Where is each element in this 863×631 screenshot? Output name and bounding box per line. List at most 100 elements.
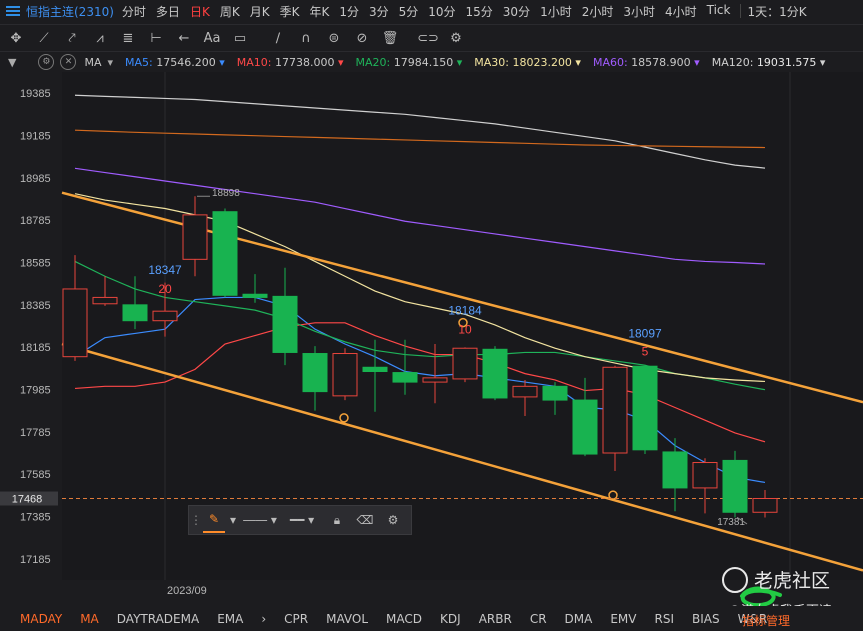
candle-body xyxy=(62,288,88,358)
candle[interactable] xyxy=(452,347,478,383)
candle[interactable] xyxy=(482,346,508,401)
settings-icon[interactable]: ⚙ xyxy=(381,508,405,532)
gear-icon[interactable]: ⚙ xyxy=(38,54,55,70)
indicator-tab[interactable]: CR xyxy=(530,612,547,626)
candle-body xyxy=(632,365,658,451)
lock-drawing-icon[interactable]: ⊜ xyxy=(322,27,346,49)
ma-legend-item[interactable]: MA5: 17546.200 ▾ xyxy=(125,56,225,69)
indicator-manage-link[interactable]: 指标管理 xyxy=(742,612,790,629)
period-tab[interactable]: 1小时 xyxy=(540,3,572,20)
divider xyxy=(740,4,742,18)
period-tab[interactable]: 多日 xyxy=(156,3,180,20)
candle[interactable] xyxy=(632,365,658,455)
dropdown-icon[interactable]: ▾ xyxy=(334,56,344,69)
text-tool-icon[interactable]: Aa xyxy=(200,27,224,49)
dropdown-icon[interactable]: ▾ xyxy=(572,56,581,69)
candle-body xyxy=(662,451,688,489)
lock-icon[interactable]: 🔒︎ xyxy=(325,508,349,532)
menu-icon[interactable] xyxy=(6,6,20,16)
indicator-tab[interactable]: RSI xyxy=(655,612,675,626)
period-tab[interactable]: 3分 xyxy=(369,3,389,20)
top-bar: 恒指主连(2310) 分时 多日 日K 周K 月K 季K 年K 1分 3分 5分 10分 15分 30分… xyxy=(0,0,863,22)
ray-tool-icon[interactable]: ⤤ xyxy=(60,27,84,49)
line-style-select[interactable]: ―― ▾ xyxy=(241,508,279,532)
line-width-select[interactable]: ━━ ▾ xyxy=(283,508,321,532)
delete-icon[interactable]: ⌫ xyxy=(353,508,377,532)
period-tab[interactable]: 30分 xyxy=(503,3,530,20)
trash-icon[interactable]: 🗑 xyxy=(378,27,402,49)
candlestick-chart[interactable]: 19385 19185 18985 18785 18585 18385 18185 17985… xyxy=(0,72,863,606)
ma-legend-item[interactable]: MA120: 19031.575 ▾ xyxy=(712,56,826,69)
indicator-tab[interactable]: › xyxy=(261,612,266,626)
period-tab[interactable]: 5分 xyxy=(399,3,419,20)
symbol-title[interactable]: 恒指主连(2310) xyxy=(26,3,114,20)
indicator-tab[interactable]: CPR xyxy=(284,612,308,626)
arrow-tool-icon[interactable]: ← xyxy=(172,27,196,49)
price-annotation: 17381 xyxy=(717,517,745,528)
period-tab[interactable]: 日K xyxy=(190,3,210,20)
color-dropdown-icon[interactable]: ▾ xyxy=(229,508,237,532)
ma-legend-item[interactable]: MA30: 18023.200 ▾ xyxy=(474,56,581,69)
indicator-tab[interactable]: EMA xyxy=(217,612,243,626)
indicator-tab[interactable]: KDJ xyxy=(440,612,461,626)
period-tab[interactable]: 分时 xyxy=(122,3,146,20)
dropdown-icon[interactable]: ▾ xyxy=(691,56,700,69)
dropdown-icon[interactable]: ▾ xyxy=(216,56,225,69)
period-tab[interactable]: 年K xyxy=(309,3,329,20)
y-tick-label: 18385 xyxy=(20,300,51,312)
ma-legend-item[interactable]: MA20: 17984.150 ▾ xyxy=(356,56,463,69)
period-tab[interactable]: 3小时 xyxy=(623,3,655,20)
ma-label: MA5: xyxy=(125,55,153,69)
magnet-icon[interactable]: ∩ xyxy=(294,27,318,49)
price-annotation: 20 xyxy=(158,282,172,296)
indicator-tab[interactable]: MADAY xyxy=(20,612,62,626)
ma-legend-item[interactable]: MA60: 18578.900 ▾ xyxy=(593,56,700,69)
comment-tool-icon[interactable]: ▭ xyxy=(228,27,252,49)
drag-handle-icon[interactable]: ⋮ xyxy=(190,508,202,532)
trendline-tool-icon[interactable]: ⟋ xyxy=(32,27,56,49)
candle-body xyxy=(182,214,208,260)
dropdown-icon[interactable]: ▾ xyxy=(453,56,463,69)
period-tab[interactable]: 周K xyxy=(220,3,240,20)
candle[interactable] xyxy=(722,450,748,518)
close-icon[interactable]: ✕ xyxy=(60,54,77,70)
hide-drawing-icon[interactable]: ⊘ xyxy=(350,27,374,49)
ma-legend-item[interactable]: MA10: 17738.000 ▾ xyxy=(237,56,344,69)
range-select[interactable]: 1天：1分K xyxy=(747,3,806,20)
candle[interactable] xyxy=(212,208,238,298)
dropdown-icon[interactable]: ▾ xyxy=(816,56,826,69)
indicator-tab[interactable]: EMV xyxy=(610,612,636,626)
candle-body xyxy=(422,377,448,383)
period-tab[interactable]: 4小时 xyxy=(665,3,697,20)
period-tab[interactable]: 10分 xyxy=(428,3,455,20)
link-icon[interactable]: ⊂⊃ xyxy=(416,27,440,49)
period-tab[interactable]: Tick xyxy=(707,3,731,20)
period-tab[interactable]: 月K xyxy=(250,3,270,20)
indicator-tab[interactable]: DAYTRADEMA xyxy=(117,612,199,626)
brush-color-icon[interactable]: ✎ xyxy=(203,507,225,533)
y-tick-label: 18785 xyxy=(20,215,51,227)
candle[interactable] xyxy=(332,348,358,401)
indicator-tab[interactable]: MACD xyxy=(386,612,422,626)
indicator-tab[interactable]: MA xyxy=(80,612,99,626)
collapse-chevron-icon[interactable]: ▼ xyxy=(8,56,16,69)
crosshair-move-icon[interactable]: ✥ xyxy=(4,27,28,49)
period-tab[interactable]: 15分 xyxy=(466,3,493,20)
candle-body xyxy=(332,353,358,397)
pen-tool-icon[interactable]: ∕ xyxy=(266,27,290,49)
period-tab[interactable]: 2小时 xyxy=(582,3,614,20)
period-tab[interactable]: 季K xyxy=(280,3,300,20)
settings-icon[interactable]: ⚙ xyxy=(444,27,468,49)
measure-tool-icon[interactable]: ⊢ xyxy=(144,27,168,49)
indicator-tab[interactable]: MAVOL xyxy=(326,612,368,626)
indicator-tab[interactable]: ARBR xyxy=(479,612,512,626)
pattern-tool-icon[interactable]: ⩘ xyxy=(88,27,112,49)
candle-body xyxy=(572,399,598,455)
candle-body xyxy=(542,385,568,401)
fibonacci-tool-icon[interactable]: ≣ xyxy=(116,27,140,49)
indicator-tab[interactable]: DMA xyxy=(565,612,593,626)
indicator-tab[interactable]: BIAS xyxy=(692,612,720,626)
brand-watermark: 老虎社区 xyxy=(722,566,830,593)
candle-body xyxy=(272,295,298,353)
period-tab[interactable]: 1分 xyxy=(339,3,359,20)
